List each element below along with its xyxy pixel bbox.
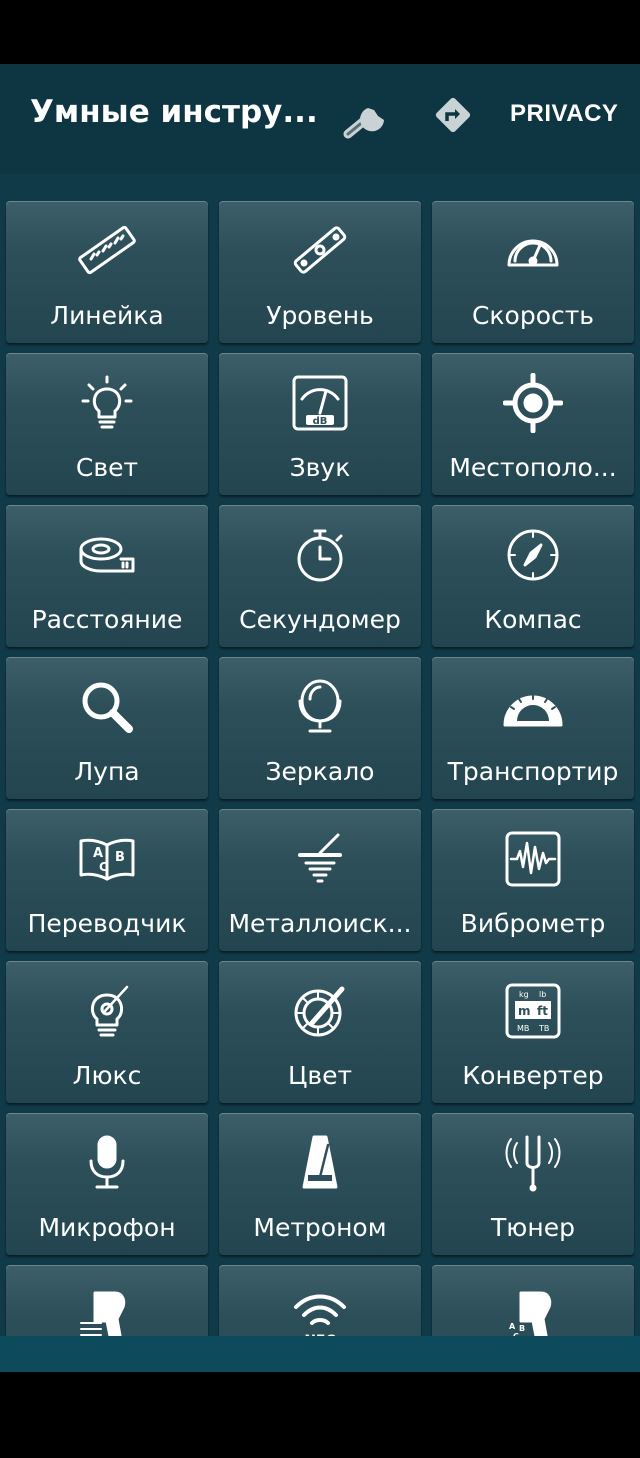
tool-tile-compass[interactable]: Компас: [432, 505, 634, 647]
toolbar: Умные инстру... PRIVACY: [0, 64, 640, 174]
directions-icon[interactable]: [432, 94, 474, 136]
tool-tile-level[interactable]: Уровень: [219, 201, 421, 343]
db-label: dB: [313, 416, 328, 427]
lightbulb-icon: [81, 375, 133, 429]
book-letter-b: B: [115, 850, 125, 865]
tool-label: Металлоиск...: [228, 909, 412, 938]
tool-tile-vibrometer[interactable]: Виброметр: [432, 809, 634, 951]
app-window: Умные инстру... PRIVACY Линейка Уровень …: [0, 64, 640, 1372]
unit-mb: MB: [517, 1024, 529, 1033]
tool-tile-magnifier[interactable]: Лупа: [6, 657, 208, 799]
tape-measure-icon: [79, 537, 135, 573]
tool-label: Микрофон: [38, 1213, 176, 1242]
tool-label: Свет: [75, 453, 139, 482]
book-letter-c: C: [99, 860, 108, 874]
ruler-icon: [78, 225, 136, 275]
tool-label: Лупа: [74, 757, 140, 786]
bottom-banner-area: [0, 1336, 640, 1372]
tool-tile-sound[interactable]: dB Звук: [219, 353, 421, 495]
tool-label: Уровень: [266, 301, 374, 330]
unit-tb: TB: [538, 1024, 549, 1033]
color-picker-icon: [294, 986, 345, 1037]
tool-tile-converter[interactable]: kg lb m ft MB TB Конвертер: [432, 961, 634, 1103]
tool-tile-ruler[interactable]: Линейка: [6, 201, 208, 343]
lux-meter-icon: [90, 985, 129, 1037]
converter-icon: kg lb m ft MB TB: [505, 983, 561, 1039]
tool-tile-protractor[interactable]: Транспортир: [432, 657, 634, 799]
unit-m: m: [518, 1004, 531, 1018]
tool-label: Расстояние: [31, 605, 183, 634]
compass-icon: [507, 529, 559, 581]
location-icon: [503, 373, 563, 433]
tool-tile-tuner[interactable]: Тюнер: [432, 1113, 634, 1255]
tool-tile-metal-detector[interactable]: Металлоиск...: [219, 809, 421, 951]
tool-tile-speed[interactable]: Скорость: [432, 201, 634, 343]
tool-label: Люкс: [72, 1061, 142, 1090]
tool-label: Цвет: [287, 1061, 353, 1090]
tool-tile-metronome[interactable]: Метроном: [219, 1113, 421, 1255]
microphone-icon: [89, 1135, 125, 1189]
tool-tile-distance[interactable]: Расстояние: [6, 505, 208, 647]
wrench-icon[interactable]: [340, 94, 396, 140]
unit-kg: kg: [519, 990, 529, 999]
tool-label: Тюнер: [491, 1213, 575, 1242]
tool-label: Транспортир: [447, 757, 619, 786]
tool-tile-microphone[interactable]: Микрофон: [6, 1113, 208, 1255]
protractor-icon: [503, 695, 563, 727]
tool-label: Скорость: [471, 301, 595, 330]
vibrometer-icon: [505, 831, 561, 887]
tool-label: Метроном: [253, 1213, 387, 1242]
tool-label: Местополо...: [449, 453, 617, 482]
metronome-icon: [302, 1135, 338, 1189]
level-icon: [293, 226, 347, 274]
scan-letter-b: B: [519, 1324, 525, 1333]
unit-lb: lb: [539, 990, 546, 999]
privacy-button[interactable]: PRIVACY: [510, 100, 618, 128]
tool-label: Зеркало: [265, 757, 375, 786]
unit-ft: ft: [537, 1004, 548, 1018]
tool-label: Переводчик: [27, 909, 187, 938]
tool-tile-translator[interactable]: A B C Переводчик: [6, 809, 208, 951]
tool-tile-location[interactable]: Местополо...: [432, 353, 634, 495]
sound-meter-icon: dB: [292, 375, 348, 431]
tool-tile-lux[interactable]: Люкс: [6, 961, 208, 1103]
metal-detector-icon: [298, 833, 342, 883]
book-letter-a: A: [93, 846, 103, 861]
tuning-fork-icon: [505, 1135, 561, 1192]
tool-tile-stopwatch[interactable]: Секундомер: [219, 505, 421, 647]
tool-label: Линейка: [50, 301, 164, 330]
mirror-icon: [298, 679, 342, 733]
tool-tile-color[interactable]: Цвет: [219, 961, 421, 1103]
stopwatch-icon: [297, 529, 343, 582]
tool-label: Секундомер: [239, 605, 401, 634]
speedometer-icon: [507, 239, 559, 267]
tool-label: Виброметр: [460, 909, 606, 938]
translator-book-icon: A B C: [79, 838, 135, 881]
tool-label: Звук: [289, 453, 351, 482]
app-title: Умные инстру...: [30, 94, 318, 130]
tool-label: Конвертер: [462, 1061, 604, 1090]
scan-letter-a: A: [509, 1322, 516, 1331]
magnifier-icon: [82, 682, 133, 733]
tool-tile-mirror[interactable]: Зеркало: [219, 657, 421, 799]
tool-label: Компас: [484, 605, 582, 634]
tool-tile-light[interactable]: Свет: [6, 353, 208, 495]
